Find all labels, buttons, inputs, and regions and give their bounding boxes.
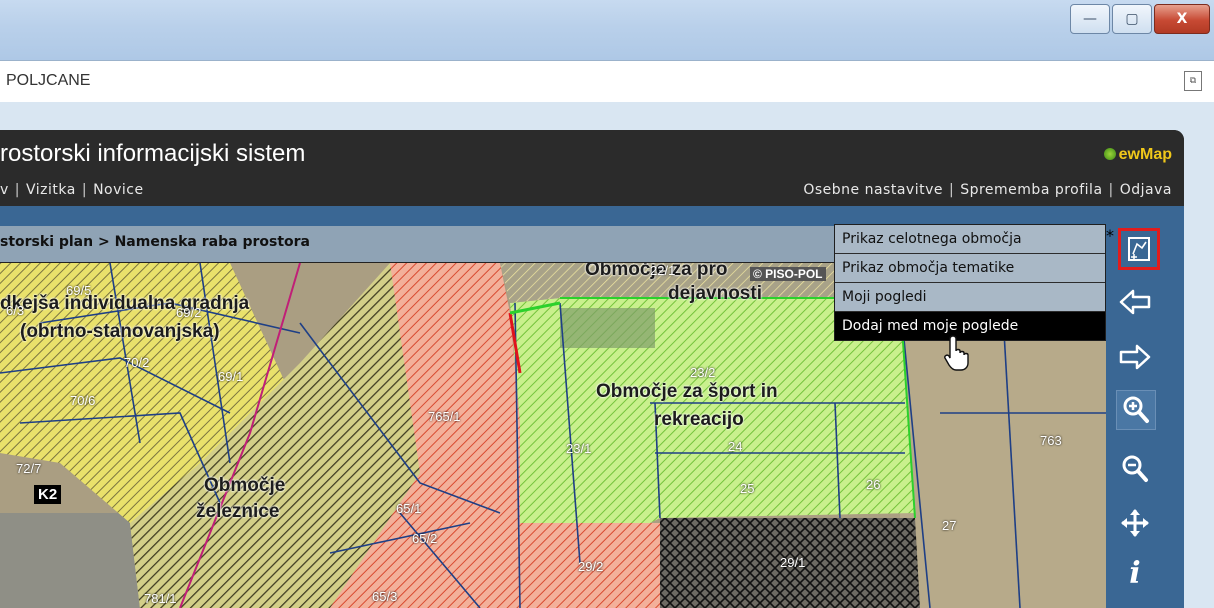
nav-separator: |	[1108, 182, 1114, 198]
nav-item-vizitka[interactable]: Vizitka	[26, 182, 76, 198]
parcel-label: 65/1	[396, 501, 422, 516]
parcel-label: 6/3	[6, 303, 25, 318]
header-divider	[0, 206, 1184, 226]
nav-separator: |	[948, 182, 955, 198]
minimize-button[interactable]: —	[1070, 4, 1110, 34]
parcel-label: 70/2	[124, 355, 150, 370]
nav-left: v | Vizitka | Novice	[0, 182, 144, 198]
zone-label-service-sub: dejavnosti	[668, 283, 762, 304]
nav-item-settings[interactable]: Osebne nastavitve	[803, 182, 943, 198]
app-header: rostorski informacijski sistem ewMap v | V…	[0, 130, 1184, 206]
menu-item-theme-extent[interactable]: Prikaz območja tematike	[835, 254, 1105, 283]
nav-item-profile[interactable]: Sprememba profila	[960, 182, 1102, 198]
parcel-label: 23/2	[690, 365, 716, 380]
parcel-label: 781/1	[144, 591, 177, 606]
arrow-right-icon	[1119, 344, 1151, 370]
compatibility-view-icon[interactable]: ⧉	[1184, 71, 1202, 91]
parcel-label: 70/6	[70, 393, 96, 408]
arrow-left-icon	[1119, 289, 1151, 315]
menu-item-my-views[interactable]: Moji pogledi	[835, 283, 1105, 312]
logo-text: ewMap	[1118, 146, 1172, 163]
parcel-label: 26	[866, 477, 881, 492]
parcel-label: 69/2	[176, 305, 202, 320]
zoom-extent-button[interactable]	[1118, 228, 1160, 270]
gis-application: rostorski informacijski sistem ewMap v | V…	[0, 130, 1184, 608]
nav-right: Osebne nastavitve | Sprememba profila | Odja…	[803, 182, 1172, 198]
nav-item-logout[interactable]: Odjava	[1120, 182, 1172, 198]
parcel-label: 65/3	[372, 589, 398, 604]
app-logo: ewMap	[1103, 146, 1172, 164]
zoom-out-icon	[1122, 455, 1148, 482]
maximize-button[interactable]: ▢	[1112, 4, 1152, 34]
nav-item-v[interactable]: v	[0, 182, 9, 198]
parcel-label: 22/1	[650, 263, 676, 278]
next-view-button[interactable]	[1106, 336, 1164, 378]
zoom-in-button[interactable]	[1116, 390, 1156, 430]
map-marker-k2[interactable]: K2	[34, 485, 62, 504]
zoom-extent-icon	[1128, 237, 1150, 261]
parcel-label: 69/5	[66, 283, 92, 298]
hand-cursor-icon	[944, 335, 969, 371]
zoom-extent-menu: Prikaz celotnega območja Prikaz območja …	[834, 224, 1106, 341]
menu-item-full-extent[interactable]: Prikaz celotnega območja	[835, 225, 1105, 254]
address-bar[interactable]: POLJCANE ⧉	[0, 60, 1214, 104]
zone-label-individual: dkejša individualna gradnja	[0, 293, 250, 314]
zone-label-individual-sub: (obrtno-stanovanjska)	[20, 321, 220, 342]
zone-label-sport: Območje za šport in	[596, 381, 778, 402]
zone-label-sport-sub: rekreacijo	[654, 409, 744, 430]
logo-globe-icon	[1103, 148, 1116, 160]
parcel-label: 765/1	[428, 409, 461, 424]
zoom-in-icon	[1123, 396, 1149, 423]
parcel-label: 29/2	[578, 559, 604, 574]
info-button[interactable]: i	[1106, 552, 1164, 594]
zone-label-railway-sub: železnice	[196, 501, 280, 522]
breadcrumb-text: storski plan > Namenska raba prostora	[0, 234, 310, 250]
parcel-label: 24	[728, 439, 743, 454]
nav-separator: |	[81, 182, 88, 198]
address-text[interactable]: POLJCANE	[6, 72, 90, 90]
parcel-label: 72/7	[16, 461, 42, 476]
pan-icon	[1121, 509, 1149, 537]
zone-label-railway: Območje	[204, 475, 286, 496]
parcel-label: 763	[1040, 433, 1062, 448]
parcel-label: 29/1	[780, 555, 806, 570]
window-titlebar: — ▢ X	[0, 0, 1214, 60]
app-title: rostorski informacijski sistem	[0, 140, 306, 167]
parcel-label: 69/1	[218, 369, 244, 384]
map-toolbar: * i	[1106, 226, 1184, 608]
nav-item-novice[interactable]: Novice	[93, 182, 144, 198]
parcel-label: 27	[942, 518, 957, 533]
window-controls: — ▢ X	[1068, 4, 1210, 34]
pan-button[interactable]	[1106, 502, 1164, 544]
map-copyright: © PISO-POL	[750, 267, 826, 281]
parcel-label: 65/2	[412, 531, 438, 546]
parcel-label: 25	[740, 481, 755, 496]
previous-view-button[interactable]	[1106, 281, 1164, 323]
info-icon: i	[1129, 555, 1141, 591]
zoom-out-button[interactable]	[1106, 448, 1164, 490]
parcel-label: 23/1	[566, 441, 592, 456]
close-button[interactable]: X	[1154, 4, 1210, 34]
nav-separator: |	[14, 182, 21, 198]
